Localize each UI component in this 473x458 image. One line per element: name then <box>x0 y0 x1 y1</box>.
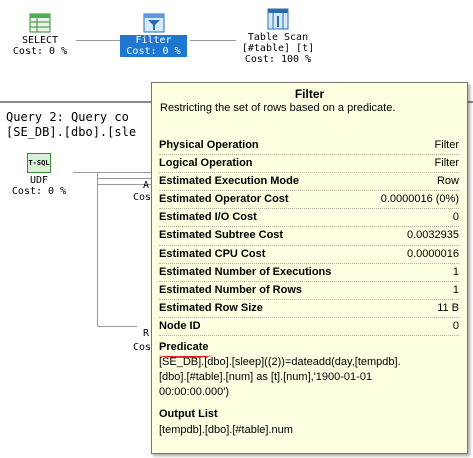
property-key: Estimated Number of Executions <box>159 265 332 278</box>
partial-node-r-label: R <box>143 328 150 339</box>
property-key: Estimated Subtree Cost <box>159 229 284 242</box>
table-scan-icon <box>267 8 289 30</box>
property-key: Physical Operation <box>159 139 259 151</box>
tooltip-property-row: Estimated Row Size 11 B <box>159 300 459 318</box>
property-value: 0.0000016 <box>407 247 459 260</box>
connector-branch-a <box>97 178 151 179</box>
udf-cost: Cost: 0 % <box>11 186 67 197</box>
property-key: Node ID <box>159 319 201 332</box>
property-key: Logical Operation <box>159 157 253 170</box>
predicate-label: Predicate <box>159 341 209 353</box>
filter-label: Filter <box>120 35 187 46</box>
property-value: Filter <box>434 139 459 151</box>
tooltip-property-row: Estimated I/O Cost 0 <box>159 209 459 228</box>
table-scan-node[interactable]: Table Scan [#table] [t] Cost: 100 % <box>236 8 320 65</box>
connector-branch-r <box>97 326 137 327</box>
property-value: 0 <box>452 211 459 224</box>
property-key: Estimated Operator Cost <box>159 193 289 206</box>
tooltip-properties-table: Physical Operation Filter Logical Operatio… <box>159 137 459 337</box>
tooltip-property-row: Estimated CPU Cost 0.0000016 <box>159 246 459 264</box>
udf-label: UDF <box>29 175 49 186</box>
tooltip-property-row: Logical Operation Filter <box>159 155 459 174</box>
tooltip-property-row: Estimated Subtree Cost 0.0032935 <box>159 227 459 246</box>
query2-subheader: [SE_DB].[dbo].[sle <box>6 125 137 139</box>
output-list-label: Output List <box>159 408 218 420</box>
select-node[interactable]: SELECT Cost: 0 % <box>8 13 72 57</box>
property-key: Estimated I/O Cost <box>159 211 257 224</box>
tooltip-property-row: Estimated Number of Executions 1 <box>159 264 459 282</box>
filter-icon <box>143 13 164 33</box>
property-value: Filter <box>434 157 459 170</box>
property-value: 0 <box>452 319 459 332</box>
tooltip-property-row: Estimated Operator Cost 0.0000016 (0%) <box>159 191 459 210</box>
property-value: 1 <box>452 283 459 296</box>
partial-node-a-cost: Cos <box>133 192 152 203</box>
output-list-value: [tempdb].[dbo].[#table].num <box>159 424 293 436</box>
property-value: Row <box>436 175 459 188</box>
connector-select-filter <box>76 40 120 41</box>
partial-node-a-label: A <box>143 180 150 191</box>
tooltip-description: Restricting the set of rows based on a p… <box>160 102 396 114</box>
filter-cost: Cost: 0 % <box>120 46 187 57</box>
property-value: 0.0000016 (0%) <box>380 193 459 206</box>
query2-header: Query 2: Query co <box>6 110 129 124</box>
property-value: 11 B <box>437 301 459 314</box>
property-value: 0.0032935 <box>407 229 459 242</box>
table-scan-object: [#table] [t] <box>241 43 315 54</box>
udf-node[interactable]: T-SQL UDF Cost: 0 % <box>6 153 72 197</box>
tooltip-property-row: Estimated Execution Mode Row <box>159 173 459 192</box>
tsql-udf-icon: T-SQL <box>27 153 51 173</box>
property-key: Estimated Row Size <box>159 301 263 314</box>
output-list-section: Output List [tempdb].[dbo].[#table].num <box>159 408 293 436</box>
predicate-line-3: 00:00:00.000') <box>159 386 229 398</box>
connector-branch-vertical <box>97 172 98 326</box>
predicate-line-2: [dbo].[#table].[num] as [t].[num],'1900-… <box>159 371 373 383</box>
connector-filter-scan <box>190 40 236 41</box>
filter-node[interactable]: Filter Cost: 0 % <box>120 13 187 57</box>
table-scan-label: Table Scan <box>247 32 309 43</box>
tooltip-property-row: Physical Operation Filter <box>159 137 459 156</box>
property-key: Estimated Number of Rows <box>159 283 303 296</box>
select-icon <box>29 13 51 33</box>
tsql-icon-text: T-SQL <box>28 159 50 167</box>
predicate-section: Predicate [SE_DB].[dbo].[sleep]((2))=dat… <box>159 341 401 400</box>
property-key: Estimated CPU Cost <box>159 247 266 260</box>
connector-udf-trunk <box>73 172 151 173</box>
partial-node-r-cost: Cos <box>133 342 152 353</box>
tooltip-property-row: Node ID 0 <box>159 318 459 337</box>
select-label: SELECT <box>21 35 59 46</box>
tooltip-property-row: Estimated Number of Rows 1 <box>159 282 459 300</box>
table-scan-cost: Cost: 100 % <box>244 54 312 65</box>
operator-tooltip: Filter Restricting the set of rows based… <box>151 82 468 454</box>
tooltip-title: Filter <box>294 87 325 101</box>
property-key: Estimated Execution Mode <box>159 175 299 188</box>
select-cost: Cost: 0 % <box>12 46 68 57</box>
predicate-underline-annotation <box>159 353 212 358</box>
property-value: 1 <box>452 265 459 278</box>
